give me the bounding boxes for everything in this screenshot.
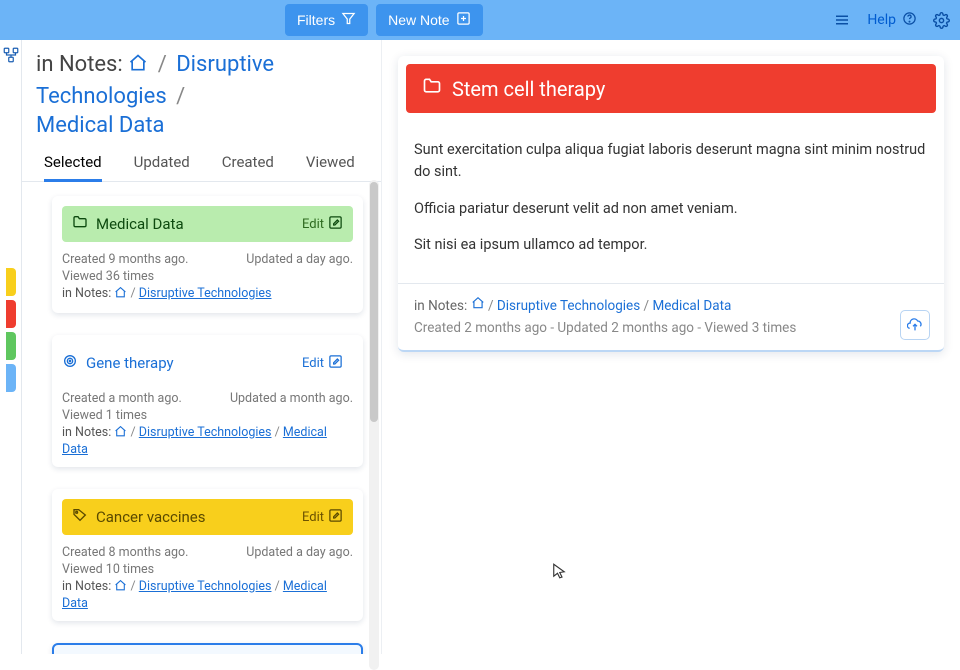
detail-footer: in Notes: / Disruptive Technologies / Me…	[398, 283, 944, 350]
footer-meta: Created 2 months ago - Updated 2 months …	[414, 320, 928, 336]
new-note-label: New Note	[388, 12, 449, 28]
gear-icon[interactable]	[933, 12, 950, 29]
list-tabs: Selected Updated Created Viewed	[22, 145, 381, 182]
card-list: Medical Data Edit Created 9 months ago. Up…	[22, 182, 381, 654]
card-updated: Updated a day ago.	[246, 252, 353, 267]
filters-button[interactable]: Filters	[285, 4, 368, 36]
card-path: in Notes: / Disruptive Technologies	[62, 286, 353, 303]
filter-icon	[341, 11, 356, 29]
card-created: Created 9 months ago.	[62, 252, 188, 267]
card-header: Cancer vaccines Edit	[62, 499, 353, 535]
tab-viewed[interactable]: Viewed	[306, 153, 355, 181]
tab-selected[interactable]: Selected	[44, 153, 102, 182]
home-icon[interactable]	[114, 427, 127, 442]
detail-body: Sunt exercitation culpa aliqua fugiat la…	[398, 121, 944, 283]
detail-paragraph: Sunt exercitation culpa aliqua fugiat la…	[414, 139, 928, 184]
folder-icon	[72, 214, 88, 234]
detail-card: Stem cell therapy Sunt exercitation culp…	[398, 56, 944, 352]
sidebar-chip[interactable]	[6, 300, 16, 328]
card-title: Cancer vaccines	[96, 508, 294, 526]
edit-icon	[328, 215, 343, 234]
breadcrumb-prefix: in Notes:	[36, 52, 123, 77]
sidebar-chip[interactable]	[6, 332, 16, 360]
top-toolbar: Filters New Note Help	[0, 0, 960, 40]
note-card[interactable]: Cancer vaccines Edit Created 8 months ago…	[52, 489, 363, 621]
card-path: in Notes: / Disruptive Technologies / Me…	[62, 425, 353, 457]
sidebar-color-chips	[6, 268, 16, 392]
card-viewed: Viewed 1 times	[62, 408, 353, 423]
breadcrumb-level2[interactable]: Medical Data	[36, 113, 165, 138]
card-path: in Notes: / Disruptive Technologies / Me…	[62, 579, 353, 611]
scrollbar[interactable]	[369, 180, 379, 670]
help-label: Help	[867, 12, 896, 28]
footer-prefix: in Notes:	[414, 298, 467, 314]
note-card[interactable]: Stem cell therapyEdit Created 2 months a…	[52, 643, 363, 654]
tag-icon	[72, 507, 88, 527]
breadcrumb-link[interactable]: Disruptive Technologies	[139, 286, 272, 301]
edit-button[interactable]: Edit	[302, 215, 343, 234]
card-title: Gene therapy	[86, 354, 294, 372]
breadcrumb-link[interactable]: Medical Data	[652, 298, 731, 314]
note-card[interactable]: Medical Data Edit Created 9 months ago. Up…	[52, 196, 363, 313]
plus-square-icon	[456, 11, 471, 29]
breadcrumb-link[interactable]: Disruptive Technologies	[497, 298, 640, 314]
edit-icon	[328, 508, 343, 527]
new-note-button[interactable]: New Note	[376, 4, 482, 36]
card-header: Gene therapy Edit	[62, 345, 353, 381]
breadcrumb: in Notes: / Disruptive Technologies / Me…	[22, 40, 381, 145]
card-updated: Updated a month ago.	[230, 391, 353, 406]
sidebar-chip[interactable]	[6, 268, 16, 296]
card-viewed: Viewed 10 times	[62, 562, 353, 577]
home-icon[interactable]	[114, 581, 127, 596]
cursor-icon	[550, 560, 568, 586]
detail-paragraph: Sit nisi ea ipsum ullamco ad tempor.	[414, 234, 928, 256]
detail-pane: Stem cell therapy Sunt exercitation culp…	[382, 40, 960, 654]
detail-header: Stem cell therapy	[406, 64, 936, 113]
card-created: Created a month ago.	[62, 391, 182, 406]
detail-title: Stem cell therapy	[452, 77, 605, 101]
card-header: Medical Data Edit	[62, 206, 353, 242]
scrollbar-thumb[interactable]	[370, 182, 378, 422]
folder-icon	[422, 76, 442, 101]
edit-icon	[328, 354, 343, 373]
breadcrumb-link[interactable]: Disruptive Technologies	[139, 425, 272, 440]
home-icon[interactable]	[114, 288, 127, 303]
target-icon	[62, 353, 78, 373]
card-updated: Updated a day ago.	[246, 545, 353, 560]
tree-toggle-icon[interactable]	[2, 46, 20, 68]
help-link[interactable]: Help	[867, 11, 917, 30]
breadcrumb-link[interactable]: Disruptive Technologies	[139, 579, 272, 594]
note-list-pane: in Notes: / Disruptive Technologies / Me…	[22, 40, 382, 654]
detail-paragraph: Officia pariatur deserunt velit ad non a…	[414, 198, 928, 220]
tab-created[interactable]: Created	[222, 153, 274, 181]
edit-button[interactable]: Edit	[302, 508, 343, 527]
filters-label: Filters	[297, 12, 335, 28]
card-created: Created 8 months ago.	[62, 545, 188, 560]
card-viewed: Viewed 36 times	[62, 269, 353, 284]
edit-button[interactable]: Edit	[302, 354, 343, 373]
home-icon[interactable]	[471, 298, 488, 314]
home-icon[interactable]	[128, 54, 153, 79]
sidebar-stub	[0, 40, 22, 654]
upload-button[interactable]	[900, 310, 930, 340]
help-icon	[902, 11, 917, 30]
card-title: Medical Data	[96, 215, 294, 233]
menu-icon[interactable]	[833, 11, 851, 29]
footer-path: / Disruptive Technologies / Medical Data	[488, 298, 731, 314]
note-card[interactable]: Gene therapy Edit Created a month ago. Upd…	[52, 335, 363, 467]
sidebar-chip[interactable]	[6, 364, 16, 392]
tab-updated[interactable]: Updated	[134, 153, 190, 181]
